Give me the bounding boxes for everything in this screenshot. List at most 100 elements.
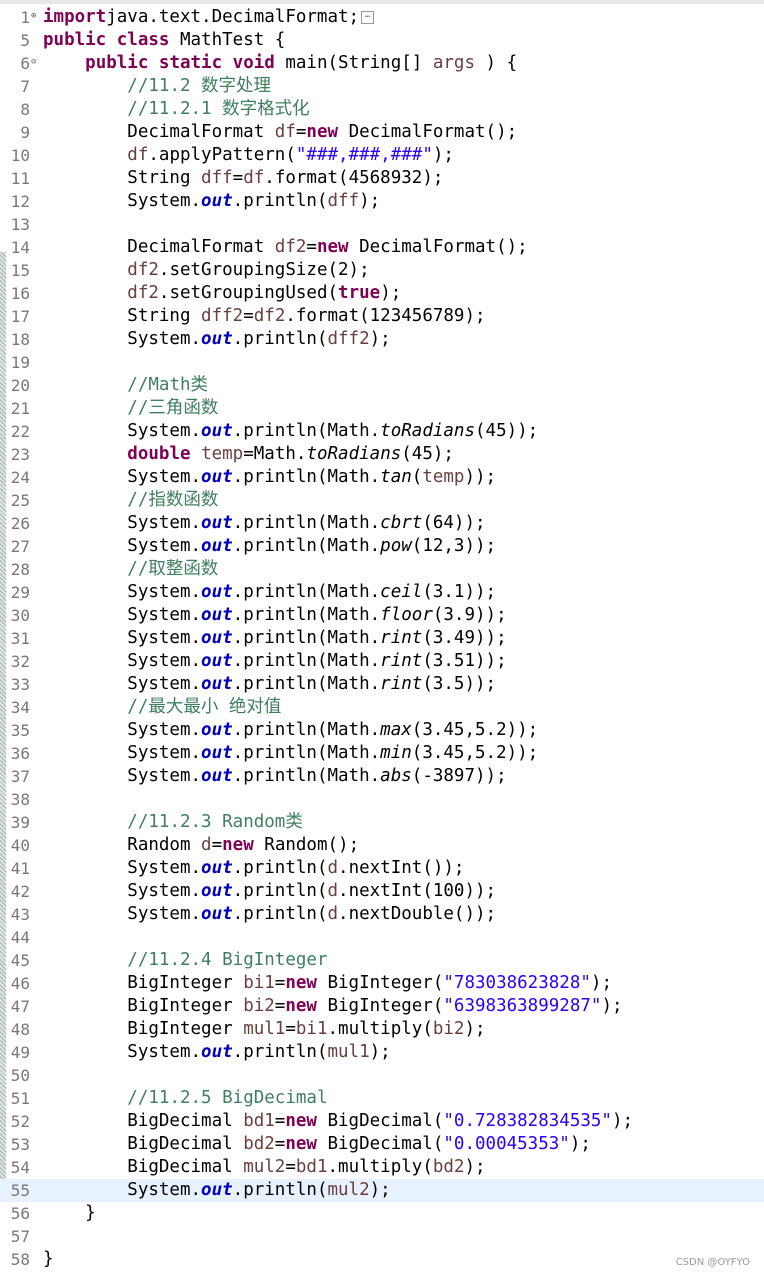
- code-line[interactable]: 22 System.out.println(Math.toRadians(45)…: [0, 420, 764, 443]
- code-text[interactable]: //最大最小 绝对值: [43, 696, 281, 719]
- code-line[interactable]: 44: [0, 926, 764, 949]
- code-line[interactable]: 46 BigInteger bi1=new BigInteger("783038…: [0, 972, 764, 995]
- code-text[interactable]: BigInteger bi2=new BigInteger("639836389…: [43, 995, 622, 1018]
- code-text[interactable]: //11.2.4 BigInteger: [43, 949, 327, 972]
- code-line[interactable]: 25 //指数函数: [0, 489, 764, 512]
- code-text[interactable]: df2.setGroupingUsed(true);: [43, 282, 401, 305]
- code-line[interactable]: 35 System.out.println(Math.max(3.45,5.2)…: [0, 719, 764, 742]
- code-line[interactable]: 17 String dff2=df2.format(123456789);: [0, 305, 764, 328]
- code-text[interactable]: System.out.println(Math.rint(3.5));: [43, 673, 496, 696]
- code-text[interactable]: System.out.println(dff);: [43, 190, 380, 213]
- code-line[interactable]: 58}: [0, 1248, 764, 1271]
- code-line[interactable]: 18 System.out.println(dff2);: [0, 328, 764, 351]
- code-text[interactable]: System.out.println(mul2);: [43, 1179, 390, 1202]
- code-line[interactable]: 56 }: [0, 1202, 764, 1225]
- code-text[interactable]: //Math类: [43, 374, 208, 397]
- code-text[interactable]: public static void main(String[] args ) …: [43, 52, 517, 75]
- code-text[interactable]: BigInteger mul1=bi1.multiply(bi2);: [43, 1018, 485, 1041]
- code-text[interactable]: df2.setGroupingSize(2);: [43, 259, 369, 282]
- code-line[interactable]: 30 System.out.println(Math.floor(3.9));: [0, 604, 764, 627]
- code-line[interactable]: 23 double temp=Math.toRadians(45);: [0, 443, 764, 466]
- code-line[interactable]: 47 BigInteger bi2=new BigInteger("639836…: [0, 995, 764, 1018]
- code-text[interactable]: System.out.println(Math.abs(-3897));: [43, 765, 506, 788]
- folded-imports-icon[interactable]: …: [361, 10, 375, 24]
- code-text[interactable]: Random d=new Random();: [43, 834, 359, 857]
- code-line[interactable]: 8 //11.2.1 数字格式化: [0, 98, 764, 121]
- code-text[interactable]: DecimalFormat df2=new DecimalFormat();: [43, 236, 527, 259]
- code-text[interactable]: //指数函数: [43, 489, 218, 512]
- code-text[interactable]: //三角函数: [43, 397, 218, 420]
- code-text[interactable]: System.out.println(Math.rint(3.49));: [43, 627, 506, 650]
- code-text[interactable]: System.out.println(mul1);: [43, 1041, 390, 1064]
- code-text[interactable]: System.out.println(Math.ceil(3.1));: [43, 581, 496, 604]
- code-text[interactable]: System.out.println(Math.toRadians(45));: [43, 420, 538, 443]
- expand-fold-icon[interactable]: ⊕: [31, 12, 36, 21]
- code-line[interactable]: 13: [0, 213, 764, 236]
- code-line[interactable]: 28 //取整函数: [0, 558, 764, 581]
- code-line[interactable]: 19: [0, 351, 764, 374]
- code-line[interactable]: 54 BigDecimal mul2=bd1.multiply(bd2);: [0, 1156, 764, 1179]
- code-text[interactable]: String dff=df.format(4568932);: [43, 167, 443, 190]
- code-line[interactable]: 14 DecimalFormat df2=new DecimalFormat()…: [0, 236, 764, 259]
- code-text[interactable]: //11.2.1 数字格式化: [43, 98, 309, 121]
- code-text[interactable]: System.out.println(Math.pow(12,3));: [43, 535, 496, 558]
- code-line[interactable]: 41 System.out.println(d.nextInt());: [0, 857, 764, 880]
- code-line[interactable]: 40 Random d=new Random();: [0, 834, 764, 857]
- code-line[interactable]: 27 System.out.println(Math.pow(12,3));: [0, 535, 764, 558]
- code-text[interactable]: //11.2.5 BigDecimal: [43, 1087, 327, 1110]
- code-text[interactable]: }: [43, 1248, 54, 1271]
- collapse-fold-icon[interactable]: ⊖: [31, 58, 36, 67]
- code-line[interactable]: 51 //11.2.5 BigDecimal: [0, 1087, 764, 1110]
- code-text[interactable]: BigDecimal bd1=new BigDecimal("0.7283828…: [43, 1110, 633, 1133]
- code-text[interactable]: System.out.println(Math.rint(3.51));: [43, 650, 506, 673]
- code-line[interactable]: 48 BigInteger mul1=bi1.multiply(bi2);: [0, 1018, 764, 1041]
- code-text[interactable]: System.out.println(d.nextInt(100));: [43, 880, 496, 903]
- code-line[interactable]: 55 System.out.println(mul2);: [0, 1179, 764, 1202]
- code-text[interactable]: System.out.println(Math.floor(3.9));: [43, 604, 506, 627]
- code-line[interactable]: 26 System.out.println(Math.cbrt(64));: [0, 512, 764, 535]
- code-editor[interactable]: 1 ⊕ importjava.text.DecimalFormat;… 5 public…: [0, 0, 764, 1276]
- code-line[interactable]: 21 //三角函数: [0, 397, 764, 420]
- code-line[interactable]: 10 df.applyPattern("###,###,###");: [0, 144, 764, 167]
- code-text[interactable]: importjava.text.DecimalFormat;…: [43, 6, 375, 29]
- code-line[interactable]: 34 //最大最小 绝对值: [0, 696, 764, 719]
- code-text[interactable]: //11.2 数字处理: [43, 75, 271, 98]
- code-line[interactable]: 11 String dff=df.format(4568932);: [0, 167, 764, 190]
- code-line[interactable]: 36 System.out.println(Math.min(3.45,5.2)…: [0, 742, 764, 765]
- code-text[interactable]: double temp=Math.toRadians(45);: [43, 443, 454, 466]
- code-line[interactable]: 1 ⊕ importjava.text.DecimalFormat;…: [0, 6, 764, 29]
- code-line[interactable]: 12 System.out.println(dff);: [0, 190, 764, 213]
- code-text[interactable]: System.out.println(Math.max(3.45,5.2));: [43, 719, 538, 742]
- code-text[interactable]: System.out.println(d.nextDouble());: [43, 903, 496, 926]
- code-text[interactable]: System.out.println(Math.tan(temp));: [43, 466, 496, 489]
- code-text[interactable]: public class MathTest {: [43, 29, 285, 52]
- code-line[interactable]: 39 //11.2.3 Random类: [0, 811, 764, 834]
- code-text[interactable]: df.applyPattern("###,###,###");: [43, 144, 454, 167]
- code-text[interactable]: //11.2.3 Random类: [43, 811, 303, 834]
- code-line[interactable]: 37 System.out.println(Math.abs(-3897));: [0, 765, 764, 788]
- code-line[interactable]: 16 df2.setGroupingUsed(true);: [0, 282, 764, 305]
- code-line[interactable]: 6 ⊖ public static void main(String[] args…: [0, 52, 764, 75]
- code-line[interactable]: 9 DecimalFormat df=new DecimalFormat();: [0, 121, 764, 144]
- code-text[interactable]: String dff2=df2.format(123456789);: [43, 305, 485, 328]
- code-text[interactable]: BigDecimal bd2=new BigDecimal("0.0004535…: [43, 1133, 591, 1156]
- code-line[interactable]: 29 System.out.println(Math.ceil(3.1));: [0, 581, 764, 604]
- code-line[interactable]: 57: [0, 1225, 764, 1248]
- code-text[interactable]: BigInteger bi1=new BigInteger("783038623…: [43, 972, 612, 995]
- code-text[interactable]: System.out.println(d.nextInt());: [43, 857, 464, 880]
- code-line[interactable]: 15 df2.setGroupingSize(2);: [0, 259, 764, 282]
- code-line[interactable]: 33 System.out.println(Math.rint(3.5));: [0, 673, 764, 696]
- code-text[interactable]: System.out.println(Math.cbrt(64));: [43, 512, 485, 535]
- code-line[interactable]: 45 //11.2.4 BigInteger: [0, 949, 764, 972]
- code-line[interactable]: 24 System.out.println(Math.tan(temp));: [0, 466, 764, 489]
- code-line[interactable]: 31 System.out.println(Math.rint(3.49));: [0, 627, 764, 650]
- code-line[interactable]: 50: [0, 1064, 764, 1087]
- code-text[interactable]: System.out.println(Math.min(3.45,5.2));: [43, 742, 538, 765]
- code-line[interactable]: 43 System.out.println(d.nextDouble());: [0, 903, 764, 926]
- code-line[interactable]: 5 public class MathTest {: [0, 29, 764, 52]
- code-text[interactable]: DecimalFormat df=new DecimalFormat();: [43, 121, 517, 144]
- code-line[interactable]: 32 System.out.println(Math.rint(3.51));: [0, 650, 764, 673]
- code-text[interactable]: }: [43, 1202, 96, 1225]
- code-line[interactable]: 49 System.out.println(mul1);: [0, 1041, 764, 1064]
- code-line[interactable]: 38: [0, 788, 764, 811]
